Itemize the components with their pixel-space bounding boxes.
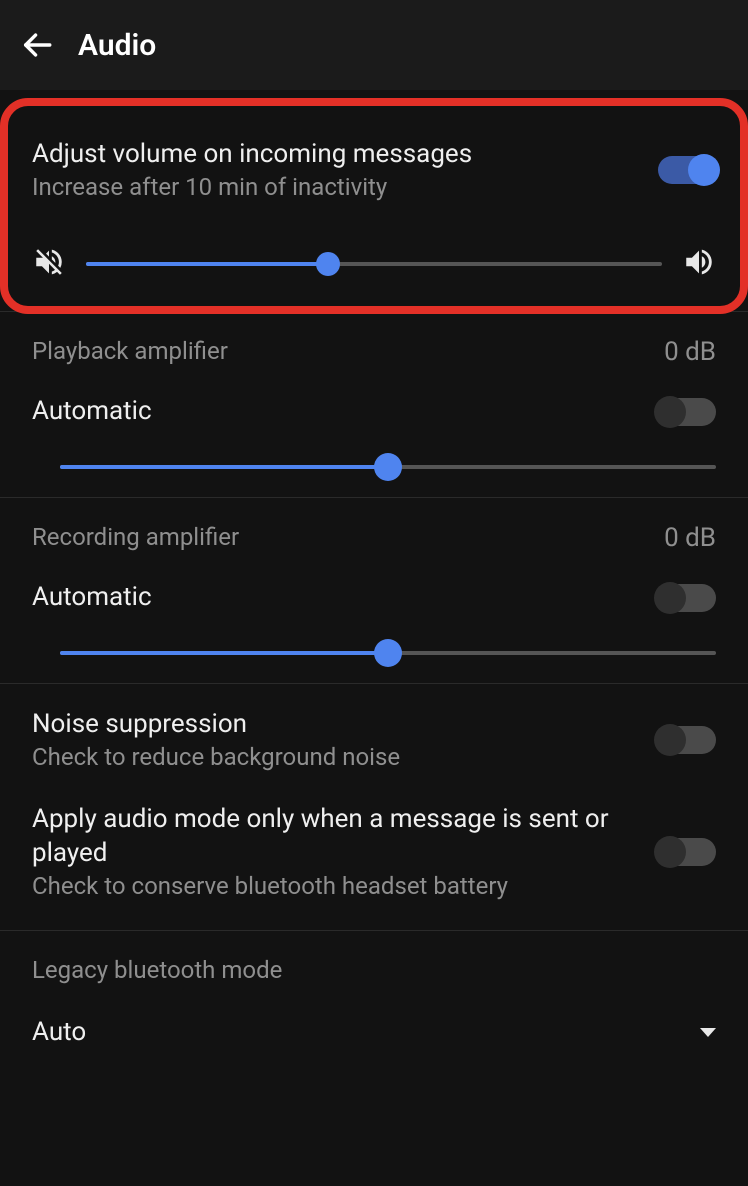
back-icon[interactable] — [20, 28, 54, 62]
recording-value: 0 dB — [664, 523, 716, 553]
page-title: Audio — [78, 28, 156, 63]
slider-thumb[interactable] — [374, 639, 402, 667]
header: Audio — [0, 0, 748, 90]
recording-auto-toggle[interactable] — [658, 584, 716, 612]
slider-fill — [60, 465, 388, 469]
chevron-down-icon — [700, 1028, 716, 1037]
slider-thumb[interactable] — [374, 453, 402, 481]
audiomode-toggle[interactable] — [658, 838, 716, 866]
noise-title: Noise suppression — [32, 708, 642, 742]
section-adjust-volume: Adjust volume on incoming messages Incre… — [0, 90, 748, 312]
adjust-volume-subtitle: Increase after 10 min of inactivity — [32, 172, 642, 203]
volume-mute-icon[interactable] — [32, 245, 66, 283]
playback-heading: Playback amplifier — [32, 336, 228, 367]
legacy-bt-dropdown[interactable]: Auto — [32, 1016, 716, 1050]
playback-auto-label: Automatic — [32, 395, 152, 429]
section-recording-amplifier: Recording amplifier 0 dB Automatic — [0, 498, 748, 684]
section-playback-amplifier: Playback amplifier 0 dB Automatic — [0, 312, 748, 498]
adjust-volume-toggle[interactable] — [658, 156, 716, 184]
legacy-bt-value: Auto — [32, 1016, 86, 1050]
section-legacy-bt: Legacy bluetooth mode Auto — [0, 931, 748, 1078]
audiomode-title: Apply audio mode only when a message is … — [32, 803, 642, 871]
recording-slider[interactable] — [60, 651, 716, 655]
slider-thumb[interactable] — [316, 252, 340, 276]
recording-heading: Recording amplifier — [32, 522, 239, 553]
adjust-volume-title: Adjust volume on incoming messages — [32, 138, 642, 172]
legacy-bt-heading: Legacy bluetooth mode — [32, 955, 716, 986]
volume-up-icon[interactable] — [682, 245, 716, 283]
adjust-volume-slider[interactable] — [86, 262, 662, 266]
playback-slider[interactable] — [60, 465, 716, 469]
playback-auto-toggle[interactable] — [658, 398, 716, 426]
slider-fill — [60, 651, 388, 655]
recording-auto-label: Automatic — [32, 581, 152, 615]
noise-toggle[interactable] — [658, 726, 716, 754]
playback-value: 0 dB — [664, 337, 716, 367]
audiomode-subtitle: Check to conserve bluetooth headset batt… — [32, 871, 642, 902]
noise-subtitle: Check to reduce background noise — [32, 742, 642, 773]
slider-fill — [86, 262, 328, 266]
section-noise-audiomode: Noise suppression Check to reduce backgr… — [0, 684, 748, 931]
